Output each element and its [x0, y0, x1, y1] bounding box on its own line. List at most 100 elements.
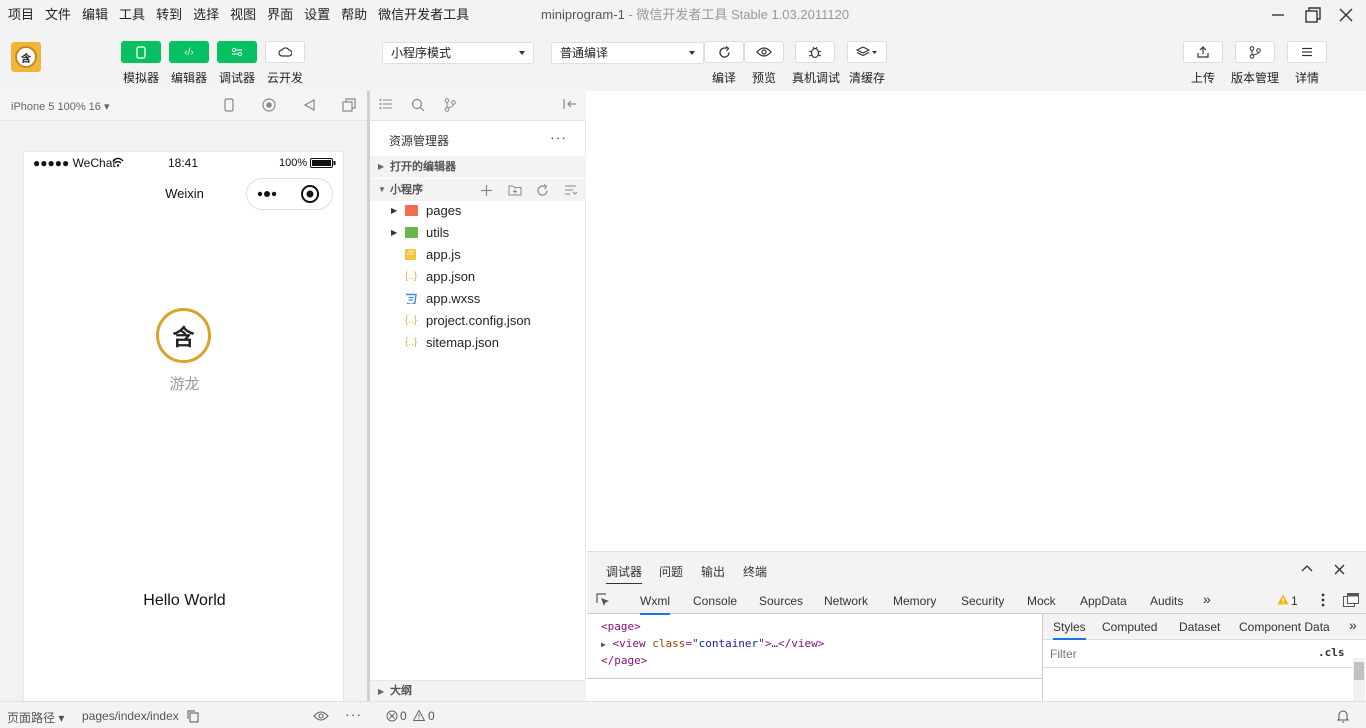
open-editors-section[interactable]: ▶ 打开的编辑器 [370, 156, 586, 178]
menu-select[interactable]: 选择 [193, 0, 219, 30]
tab-console[interactable]: Console [693, 594, 737, 608]
tab-security[interactable]: Security [961, 594, 1004, 608]
file-item-utils[interactable]: ▶ utils [370, 222, 586, 244]
simulator-header: iPhone 5 100% 16 ▾ [0, 91, 370, 121]
menu-edit[interactable]: 编辑 [82, 0, 108, 30]
inspect-element-icon[interactable] [596, 593, 611, 608]
styles-scrollbar[interactable] [1353, 658, 1365, 702]
copy-icon[interactable] [187, 710, 199, 723]
file-item-pages[interactable]: ▶ pages [370, 200, 586, 222]
file-item-app-js[interactable]: JS app.js [370, 244, 586, 266]
version-control-button[interactable] [1235, 41, 1275, 63]
error-icon[interactable] [386, 710, 398, 722]
kebab-menu-icon[interactable] [1321, 593, 1325, 607]
tab-computed[interactable]: Computed [1102, 620, 1157, 634]
more-dots-icon[interactable] [257, 189, 281, 199]
menu-help[interactable]: 帮助 [341, 0, 367, 30]
page-path-label[interactable]: 页面路径 ▾ [7, 709, 64, 726]
collapse-all-icon[interactable] [564, 184, 577, 196]
phone-screen: ●●●●● WeChat 18:41 100% Weixin 含 游龙 Hell… [23, 151, 344, 711]
project-section[interactable]: ▼ 小程序 [370, 179, 586, 201]
simulator-toggle-button[interactable] [121, 41, 161, 63]
menu-project[interactable]: 项目 [8, 0, 34, 30]
debugger-toggle-button[interactable] [217, 41, 257, 63]
tab-dataset[interactable]: Dataset [1179, 620, 1220, 634]
tab-terminal[interactable]: 终端 [743, 563, 767, 580]
more-tabs-button[interactable]: » [1203, 591, 1211, 607]
more-side-tabs-button[interactable]: » [1349, 617, 1357, 633]
styles-filter-input[interactable] [1045, 643, 1307, 664]
device-select[interactable]: iPhone 5 100% 16 ▾ [11, 100, 109, 113]
close-icon[interactable] [1334, 564, 1345, 575]
more-options-icon[interactable]: ··· [550, 129, 567, 145]
collapse-panel-icon[interactable] [562, 98, 578, 114]
menu-goto[interactable]: 转到 [156, 0, 182, 30]
source-control-icon[interactable] [442, 98, 458, 114]
list-icon[interactable] [378, 98, 394, 114]
tab-output[interactable]: 输出 [701, 563, 725, 580]
new-folder-icon[interactable] [508, 184, 522, 196]
cls-toggle[interactable]: .cls [1318, 646, 1345, 659]
scrollbar-thumb[interactable] [1354, 662, 1364, 680]
tab-memory[interactable]: Memory [893, 594, 936, 608]
compile-select[interactable]: 普通编译 [551, 42, 704, 64]
wxml-line-page-close[interactable]: </page> [601, 652, 647, 669]
file-item-sitemap-json[interactable]: {..} sitemap.json [370, 332, 586, 354]
close-icon [1339, 8, 1353, 22]
speaker-icon[interactable] [302, 98, 318, 114]
bell-icon[interactable] [1337, 709, 1349, 723]
editor-toggle-button[interactable]: ‹/› [169, 41, 209, 63]
wxml-line-page-open[interactable]: <page> [601, 618, 641, 635]
user-avatar[interactable]: 含 [156, 308, 211, 363]
eye-icon[interactable] [313, 711, 329, 721]
new-file-icon[interactable] [480, 184, 493, 197]
wxml-line-view[interactable]: ▶ <view class="container">…</view> [601, 635, 824, 653]
tab-wxml[interactable]: Wxml [640, 594, 670, 615]
popout-icon[interactable] [341, 98, 357, 114]
warning-icon[interactable] [1277, 594, 1289, 605]
search-icon[interactable] [410, 98, 426, 114]
chevron-up-icon[interactable] [1301, 564, 1313, 572]
close-mini-program-icon[interactable] [300, 184, 320, 204]
menu-wechat-devtools[interactable]: 微信开发者工具 [378, 0, 469, 30]
tab-audits[interactable]: Audits [1150, 594, 1183, 608]
expand-triangle-icon[interactable]: ▶ [601, 640, 606, 649]
menu-settings[interactable]: 设置 [304, 0, 330, 30]
tab-component-data[interactable]: Component Data [1239, 620, 1330, 634]
menu-file[interactable]: 文件 [45, 0, 71, 30]
menu-tools[interactable]: 工具 [119, 0, 145, 30]
capsule-menu[interactable] [246, 178, 333, 210]
warning-icon[interactable] [413, 710, 425, 721]
tab-mock[interactable]: Mock [1027, 594, 1056, 608]
dock-icon[interactable] [1343, 593, 1359, 607]
file-item-project-config-json[interactable]: {..} project.config.json [370, 310, 586, 332]
clear-cache-button[interactable] [847, 41, 887, 63]
details-button[interactable] [1287, 41, 1327, 63]
file-item-app-json[interactable]: {..} app.json [370, 266, 586, 288]
tab-appdata[interactable]: AppData [1080, 594, 1127, 608]
tab-sources[interactable]: Sources [759, 594, 803, 608]
tab-styles[interactable]: Styles [1053, 620, 1086, 640]
outline-section[interactable]: ▶ 大纲 [370, 680, 586, 701]
minimize-button[interactable] [1258, 0, 1298, 30]
tab-debugger[interactable]: 调试器 [606, 563, 643, 584]
preview-button[interactable] [744, 41, 784, 63]
refresh-icon[interactable] [536, 184, 549, 197]
file-item-app-wxss[interactable]: app.wxss [370, 288, 586, 310]
menu-view[interactable]: 视图 [230, 0, 256, 30]
menu-interface[interactable]: 界面 [267, 0, 293, 30]
tab-network[interactable]: Network [824, 594, 868, 608]
more-options-icon[interactable]: ··· [345, 706, 362, 722]
compile-button[interactable] [704, 41, 744, 63]
record-icon[interactable] [261, 98, 277, 114]
app-logo[interactable]: 含 [11, 42, 41, 72]
upload-button[interactable] [1183, 41, 1223, 63]
wxml-tag: >…</view> [764, 637, 825, 650]
cloud-dev-button[interactable] [265, 41, 305, 63]
tab-problems[interactable]: 问题 [659, 563, 683, 580]
main-menu: 项目 文件 编辑 工具 转到 选择 视图 界面 设置 帮助 微信开发者工具 [0, 0, 480, 30]
phone-icon[interactable] [221, 98, 237, 114]
close-button[interactable] [1326, 0, 1366, 30]
mode-select[interactable]: 小程序模式 [382, 42, 534, 64]
remote-debug-button[interactable] [795, 41, 835, 63]
